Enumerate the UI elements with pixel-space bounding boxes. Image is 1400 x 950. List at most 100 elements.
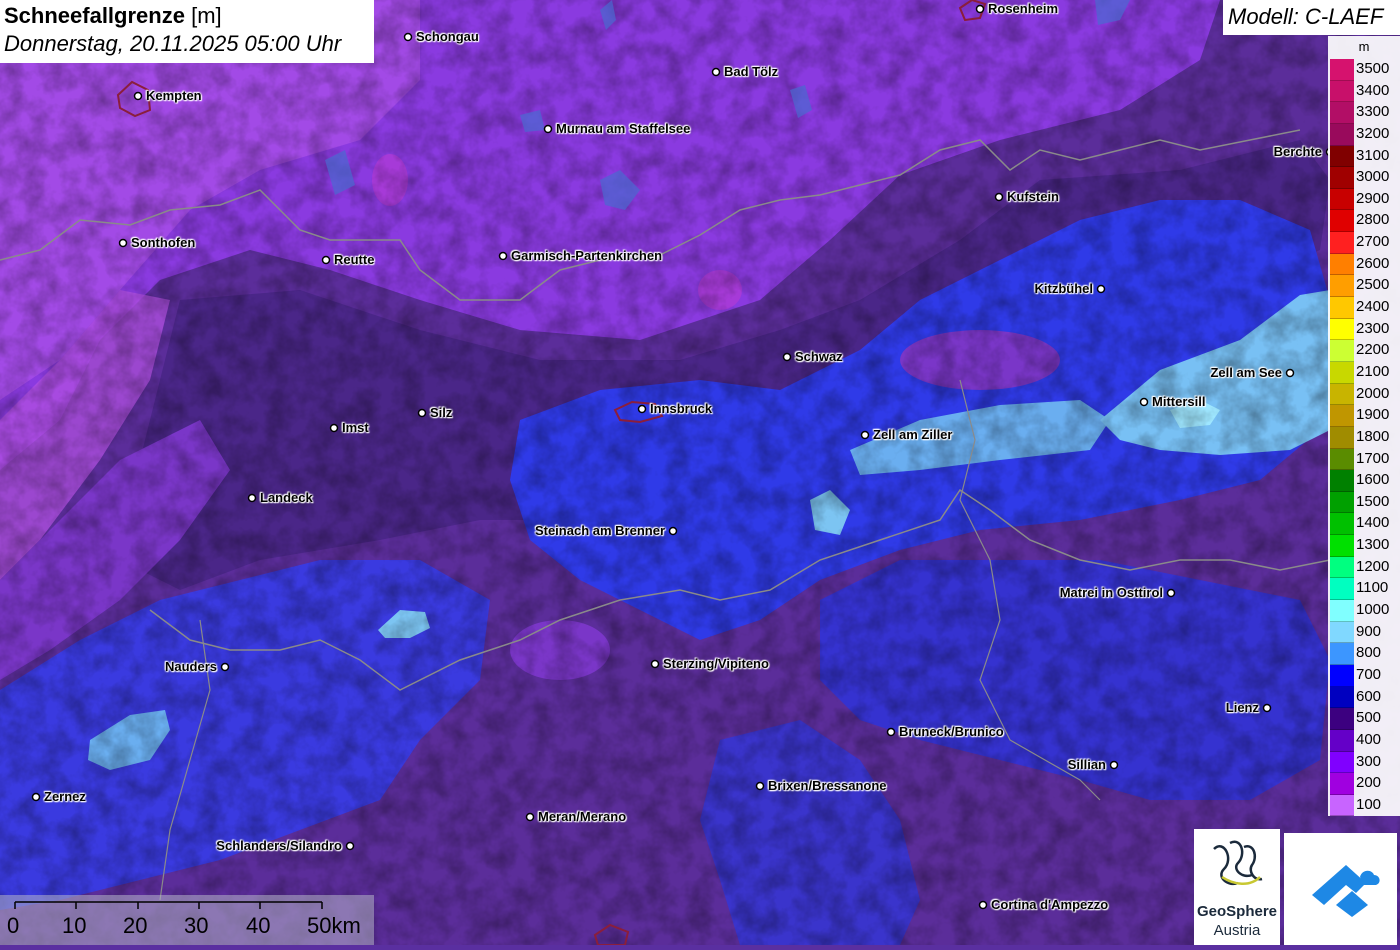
legend-label: 1800 (1356, 427, 1390, 445)
city-label[interactable]: Sillian (1068, 757, 1106, 773)
city-label[interactable]: Meran/Merano (538, 809, 626, 825)
city-dot (1262, 703, 1272, 713)
snowfall-line-map[interactable] (0, 0, 1400, 945)
city-dot (975, 4, 985, 14)
legend-label: 1700 (1356, 449, 1390, 467)
legend-item: 100 (1330, 794, 1400, 817)
legend-swatch (1330, 751, 1354, 774)
legend-item: 3100 (1330, 145, 1400, 168)
legend-item: 1000 (1330, 600, 1400, 622)
city-label[interactable]: Sterzing/Vipiteno (663, 656, 769, 672)
city-label[interactable]: Lienz (1226, 700, 1259, 716)
legend-swatch (1330, 773, 1354, 795)
city-dot (403, 32, 413, 42)
city-label[interactable]: Reutte (334, 252, 374, 268)
legend-label: 1000 (1356, 601, 1390, 619)
city-label[interactable]: Schwaz (795, 349, 843, 365)
legend-swatch (1330, 102, 1354, 124)
legend-label: 2700 (1356, 233, 1390, 251)
city-label[interactable]: Steinach am Brenner (535, 523, 665, 539)
city-dot (994, 192, 1004, 202)
city-label[interactable]: Bad Tölz (724, 64, 778, 80)
city-label[interactable]: Schongau (416, 29, 479, 45)
legend-swatch (1330, 686, 1354, 709)
map-datetime: Donnerstag, 20.11.2025 05:00 Uhr (4, 31, 342, 56)
city-label[interactable]: Zell am Ziller (873, 427, 952, 443)
legend-swatch (1330, 340, 1354, 362)
legend-swatch (1330, 167, 1354, 189)
city-label[interactable]: Innsbruck (650, 401, 712, 417)
scale-label-0: 0 (7, 913, 20, 938)
legend-label: 3200 (1356, 124, 1390, 142)
city-label[interactable]: Kitzbühel (1035, 281, 1094, 297)
legend-label: 1200 (1356, 557, 1390, 575)
city-label[interactable]: Schlanders/Silandro (216, 838, 342, 854)
city-label[interactable]: Imst (342, 420, 369, 436)
city-label[interactable]: Berchte (1274, 144, 1322, 160)
legend-item: 2900 (1330, 188, 1400, 211)
legend-unit: m (1358, 39, 1370, 54)
city-label[interactable]: Kempten (146, 88, 202, 104)
legend-item: 2300 (1330, 318, 1400, 341)
legend-item: 1600 (1330, 470, 1400, 492)
legend-label: 1300 (1356, 536, 1390, 554)
city-dot (417, 408, 427, 418)
map-title-parameter: Schneefallgrenze (4, 3, 185, 28)
legend-swatch (1330, 232, 1354, 254)
legend-label: 3400 (1356, 81, 1390, 99)
title-panel: Schneefallgrenze [m] Donnerstag, 20.11.2… (0, 0, 374, 63)
legend-swatch (1330, 405, 1354, 427)
scale-label-20: 20 (123, 913, 148, 938)
legend-label: 500 (1356, 709, 1382, 727)
city-label[interactable]: Bruneck/Brunico (899, 724, 1004, 740)
city-label[interactable]: Kufstein (1007, 189, 1059, 205)
weather-app-logo[interactable] (1284, 833, 1397, 945)
legend-item: 3300 (1330, 102, 1400, 124)
city-label[interactable]: Sonthofen (131, 235, 195, 251)
legend-label: 2500 (1356, 276, 1390, 294)
legend-swatch (1330, 361, 1354, 384)
city-label[interactable]: Zernez (44, 789, 86, 805)
model-label: Modell: C-LAEF (1228, 4, 1384, 29)
city-label[interactable]: Garmisch-Partenkirchen (511, 248, 662, 264)
city-label[interactable]: Mittersill (1152, 394, 1205, 410)
city-dot (782, 352, 792, 362)
legend-swatch (1330, 297, 1354, 319)
city-label[interactable]: Cortina d'Ampezzo (991, 897, 1108, 913)
legend-item: 700 (1330, 664, 1400, 687)
city-label[interactable]: Matrei in Osttirol (1060, 585, 1163, 601)
legend-label: 3300 (1356, 103, 1390, 121)
city-label[interactable]: Zell am See (1210, 365, 1282, 381)
city-label[interactable]: Nauders (165, 659, 217, 675)
legend-label: 1600 (1356, 471, 1390, 489)
city-dot (650, 659, 660, 669)
legend-swatch (1330, 59, 1354, 81)
legend-swatch (1330, 578, 1354, 601)
legend-swatch (1330, 318, 1354, 341)
legend-item: 1500 (1330, 491, 1400, 514)
legend-item: 2800 (1330, 210, 1400, 233)
city-dot (637, 404, 647, 414)
scale-label-30: 30 (184, 913, 209, 938)
legend-label: 1500 (1356, 492, 1390, 510)
legend-item: 400 (1330, 729, 1400, 752)
legend-swatch (1330, 643, 1354, 665)
legend-label: 2600 (1356, 254, 1390, 272)
geosphere-logo[interactable]: GeoSphere Austria (1194, 829, 1280, 945)
city-label[interactable]: Silz (430, 405, 452, 421)
city-dot (1139, 397, 1149, 407)
legend-item: 2200 (1330, 340, 1400, 362)
legend-item: 300 (1330, 751, 1400, 774)
legend-swatch (1330, 708, 1354, 730)
legend-label: 1400 (1356, 514, 1390, 532)
city-label[interactable]: Rosenheim (988, 1, 1058, 17)
city-label[interactable]: Murnau am Staffelsee (556, 121, 690, 137)
legend-swatch (1330, 729, 1354, 752)
city-dot (133, 91, 143, 101)
geosphere-emblem-icon (1213, 840, 1263, 886)
legend-item: 3000 (1330, 167, 1400, 189)
city-label[interactable]: Landeck (260, 490, 313, 506)
legend-item: 2500 (1330, 275, 1400, 298)
city-label[interactable]: Brixen/Bressanone (768, 778, 887, 794)
geosphere-logo-text-line2: Austria (1213, 922, 1261, 939)
